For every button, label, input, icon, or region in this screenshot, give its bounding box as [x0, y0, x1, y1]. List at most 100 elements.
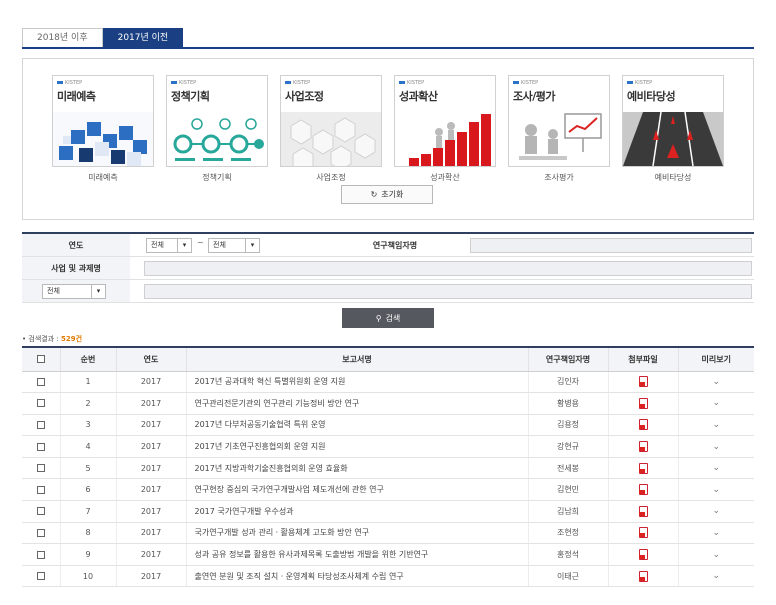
category-card[interactable]: KISTEP 성과확산 — [394, 75, 496, 167]
category-item[interactable]: KISTEP 예비타당성 예비타당성 — [622, 75, 724, 183]
tab-2017-before[interactable]: 2017년 이전 — [102, 28, 184, 48]
row-attachment[interactable] — [607, 371, 678, 394]
row-checkbox[interactable] — [36, 464, 45, 473]
row-title[interactable]: 출연연 분원 및 조직 설치ㆍ운영계획 타당성조사체계 수립 연구 — [185, 565, 528, 588]
category-caption[interactable]: 성과확산 — [394, 172, 496, 183]
row-preview[interactable]: ⌄ — [677, 565, 754, 588]
pdf-icon[interactable] — [638, 441, 648, 453]
table-row[interactable]: 2 2017 연구관리전문기관의 연구관리 기능정비 방안 연구 황병용 ⌄ — [22, 392, 754, 415]
row-preview[interactable]: ⌄ — [677, 522, 754, 545]
pdf-icon[interactable] — [638, 484, 648, 496]
row-select-cell[interactable] — [22, 500, 60, 523]
chevron-down-icon[interactable]: ⌄ — [712, 398, 720, 408]
row-select-cell[interactable] — [22, 543, 60, 566]
pdf-icon[interactable] — [638, 505, 648, 517]
row-title[interactable]: 국가연구개발 성과 관리ㆍ활용체계 고도화 방안 연구 — [185, 522, 528, 545]
row-attachment[interactable] — [607, 565, 678, 588]
table-row[interactable]: 4 2017 2017년 기초연구진흥협의회 운영 지원 강현규 ⌄ — [22, 435, 754, 458]
row-checkbox[interactable] — [36, 572, 45, 581]
row-preview[interactable]: ⌄ — [677, 457, 754, 480]
project-input[interactable] — [144, 261, 752, 276]
row-checkbox[interactable] — [36, 442, 45, 451]
chevron-down-icon[interactable]: ⌄ — [712, 550, 720, 560]
pdf-icon[interactable] — [638, 570, 648, 582]
row-attachment[interactable] — [607, 543, 678, 566]
chevron-down-icon[interactable]: ⌄ — [712, 485, 720, 495]
pdf-icon[interactable] — [638, 462, 648, 474]
keyword-input[interactable] — [144, 284, 752, 299]
row-checkbox[interactable] — [36, 485, 45, 494]
category-caption[interactable]: 미래예측 — [52, 172, 154, 183]
category-caption[interactable]: 사업조정 — [280, 172, 382, 183]
row-attachment[interactable] — [607, 457, 678, 480]
category-card[interactable]: KISTEP 사업조정 — [280, 75, 382, 167]
chevron-down-icon[interactable]: ⌄ — [712, 377, 720, 387]
pdf-icon[interactable] — [638, 397, 648, 409]
chevron-down-icon[interactable]: ⌄ — [712, 420, 720, 430]
row-checkbox[interactable] — [36, 528, 45, 537]
chevron-down-icon[interactable]: ⌄ — [712, 442, 720, 452]
row-select-cell[interactable] — [22, 522, 60, 545]
category-item[interactable]: KISTEP 사업조정 사업조정 — [280, 75, 382, 183]
scope-select[interactable]: 전체 ▾ — [42, 284, 106, 299]
header-select-all[interactable] — [22, 346, 60, 372]
category-item[interactable]: KISTEP 성과확산 성과확산 — [394, 75, 496, 183]
row-attachment[interactable] — [607, 478, 678, 502]
row-title[interactable]: 2017 국가연구개발 우수성과 — [185, 500, 528, 523]
select-all-checkbox[interactable] — [36, 355, 45, 364]
row-title[interactable]: 연구현장 중심의 국가연구개발사업 제도개선에 관한 연구 — [185, 478, 528, 502]
row-preview[interactable]: ⌄ — [677, 392, 754, 415]
table-row[interactable]: 7 2017 2017 국가연구개발 우수성과 김남희 ⌄ — [22, 500, 754, 523]
category-caption[interactable]: 정책기획 — [166, 172, 268, 183]
row-checkbox[interactable] — [36, 507, 45, 516]
chevron-down-icon[interactable]: ⌄ — [712, 528, 720, 538]
pdf-icon[interactable] — [638, 527, 648, 539]
row-preview[interactable]: ⌄ — [677, 414, 754, 437]
category-caption[interactable]: 조사평가 — [508, 172, 610, 183]
row-attachment[interactable] — [607, 500, 678, 523]
category-item[interactable]: KISTEP 조사/평가 조사평가 — [508, 75, 610, 183]
row-title[interactable]: 2017년 기초연구진흥협의회 운영 지원 — [185, 435, 528, 458]
row-select-cell[interactable] — [22, 435, 60, 458]
category-item[interactable]: KISTEP 미래예측 미래예측 — [52, 75, 154, 183]
row-checkbox[interactable] — [36, 550, 45, 559]
year-to-select[interactable]: 전체 ▾ — [208, 238, 260, 253]
row-checkbox[interactable] — [36, 377, 45, 386]
chevron-down-icon[interactable]: ⌄ — [712, 463, 720, 473]
row-preview[interactable]: ⌄ — [677, 371, 754, 394]
row-title[interactable]: 연구관리전문기관의 연구관리 기능정비 방안 연구 — [185, 392, 528, 415]
table-row[interactable]: 3 2017 2017년 다부처공동기술협력 특위 운영 김용정 ⌄ — [22, 414, 754, 437]
row-checkbox[interactable] — [36, 399, 45, 408]
row-attachment[interactable] — [607, 414, 678, 437]
pdf-icon[interactable] — [638, 549, 648, 561]
row-title[interactable]: 성과 공유 정보를 활용한 유사과제목록 도출방법 개발을 위한 기반연구 — [185, 543, 528, 566]
search-button[interactable]: ⚲ 검색 — [342, 308, 434, 328]
table-row[interactable]: 5 2017 2017년 지방과학기술진흥협의회 운영 효율화 전세봉 ⌄ — [22, 457, 754, 480]
category-card[interactable]: KISTEP 정책기획 — [166, 75, 268, 167]
category-caption[interactable]: 예비타당성 — [622, 172, 724, 183]
table-row[interactable]: 6 2017 연구현장 중심의 국가연구개발사업 제도개선에 관한 연구 김현민 ⌄ — [22, 478, 754, 502]
table-row[interactable]: 10 2017 출연연 분원 및 조직 설치ㆍ운영계획 타당성조사체계 수립 연구 이… — [22, 565, 754, 588]
pdf-icon[interactable] — [638, 376, 648, 388]
category-card[interactable]: KISTEP 조사/평가 — [508, 75, 610, 167]
row-preview[interactable]: ⌄ — [677, 435, 754, 458]
row-preview[interactable]: ⌄ — [677, 500, 754, 523]
row-attachment[interactable] — [607, 522, 678, 545]
row-attachment[interactable] — [607, 392, 678, 415]
chevron-down-icon[interactable]: ⌄ — [712, 506, 720, 516]
row-select-cell[interactable] — [22, 392, 60, 415]
row-checkbox[interactable] — [36, 420, 45, 429]
category-item[interactable]: KISTEP 정책기획 정책기획 — [166, 75, 268, 183]
chevron-down-icon[interactable]: ⌄ — [712, 571, 720, 581]
row-select-cell[interactable] — [22, 457, 60, 480]
row-preview[interactable]: ⌄ — [677, 478, 754, 502]
table-row[interactable]: 8 2017 국가연구개발 성과 관리ㆍ활용체계 고도화 방안 연구 조현정 ⌄ — [22, 522, 754, 545]
row-title[interactable]: 2017년 공과대학 혁신 특별위원회 운영 지원 — [185, 371, 528, 394]
pdf-icon[interactable] — [638, 419, 648, 431]
researcher-input[interactable] — [470, 238, 752, 253]
row-select-cell[interactable] — [22, 565, 60, 588]
row-select-cell[interactable] — [22, 371, 60, 394]
row-select-cell[interactable] — [22, 478, 60, 502]
table-row[interactable]: 9 2017 성과 공유 정보를 활용한 유사과제목록 도출방법 개발을 위한 기반… — [22, 543, 754, 566]
year-from-select[interactable]: 전체 ▾ — [146, 238, 192, 253]
